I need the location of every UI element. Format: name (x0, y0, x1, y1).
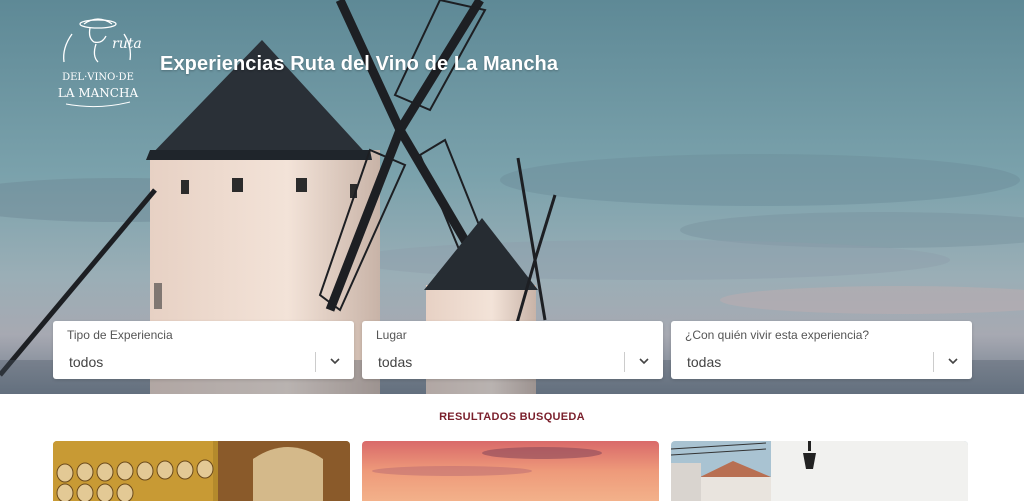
filter-selected-value: todas (687, 354, 722, 370)
card-image-sunset (362, 441, 659, 501)
filter-label: ¿Con quién vivir esta experiencia? (685, 328, 870, 342)
card-image-village (671, 441, 968, 501)
filter-label: Tipo de Experiencia (67, 328, 173, 342)
site-title[interactable]: Experiencias Ruta del Vino de La Mancha (160, 53, 558, 76)
card-image-wine-cellar (53, 441, 350, 501)
filter-separator (624, 352, 625, 372)
filter-lugar[interactable]: Lugar todas (362, 321, 663, 379)
chevron-down-icon[interactable] (946, 354, 960, 368)
svg-text:LA MANCHA: LA MANCHA (58, 86, 139, 100)
filter-separator (933, 352, 934, 372)
filter-separator (315, 352, 316, 372)
filter-bar: Tipo de Experiencia todos Lugar todas ¿C… (53, 321, 974, 379)
svg-text:DEL·VINO·DE: DEL·VINO·DE (62, 72, 134, 83)
filter-label: Lugar (376, 328, 407, 342)
filter-selected-value: todos (69, 354, 104, 370)
results-grid (53, 441, 974, 501)
result-card[interactable] (362, 441, 659, 501)
filter-selected-value: todas (378, 354, 413, 370)
filter-tipo-experiencia[interactable]: Tipo de Experiencia todos (53, 321, 354, 379)
hero-banner: ruta DEL·VINO·DE LA MANCHA Experiencias … (0, 0, 1024, 394)
result-card[interactable] (53, 441, 350, 501)
brand[interactable]: ruta DEL·VINO·DE LA MANCHA (52, 16, 144, 108)
filter-con-quien[interactable]: ¿Con quién vivir esta experiencia? todas (671, 321, 972, 379)
result-card[interactable] (671, 441, 968, 501)
svg-text:ruta: ruta (112, 36, 142, 52)
chevron-down-icon[interactable] (637, 354, 651, 368)
chevron-down-icon[interactable] (328, 354, 342, 368)
ruta-del-vino-logo[interactable]: ruta DEL·VINO·DE LA MANCHA (52, 16, 144, 108)
results-heading: RESULTADOS BUSQUEDA (439, 411, 585, 423)
